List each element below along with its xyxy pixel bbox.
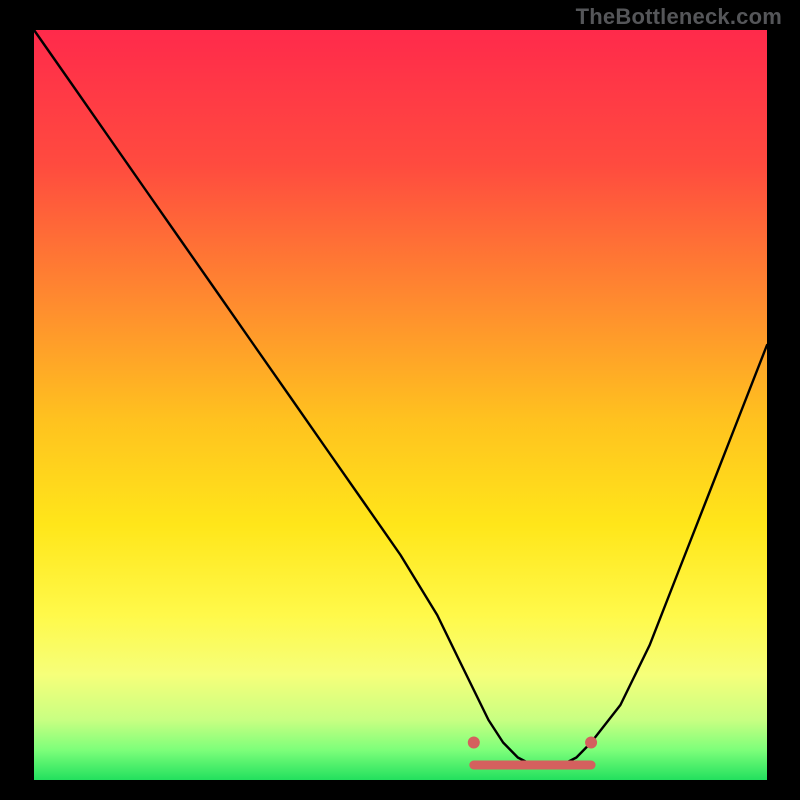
highlight-dot-0 [468, 737, 480, 749]
highlight-dot-1 [585, 737, 597, 749]
chart-svg [0, 0, 800, 800]
plot-background [34, 30, 767, 780]
chart-frame: TheBottleneck.com [0, 0, 800, 800]
